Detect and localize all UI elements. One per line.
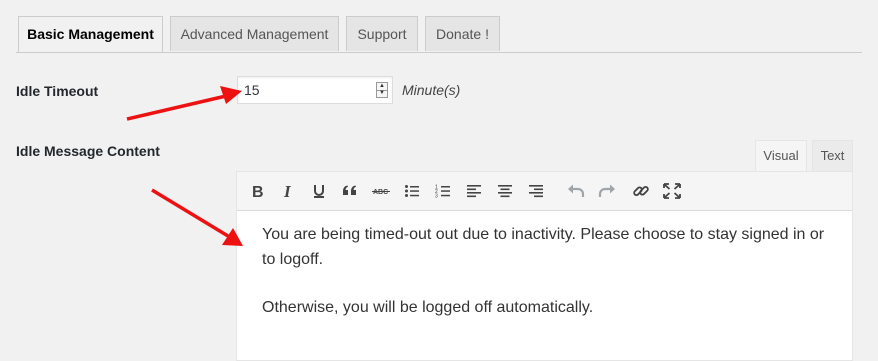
annotation-arrow-message — [151, 188, 243, 246]
idle-timeout-input[interactable] — [244, 80, 364, 100]
bold-icon[interactable]: B — [244, 178, 270, 204]
bullet-list-icon[interactable] — [399, 178, 425, 204]
tab-basic-management[interactable]: Basic Management — [18, 16, 163, 52]
svg-text:B: B — [252, 184, 264, 199]
message-editor[interactable]: B I ABC 123 You are being timed-out out … — [236, 171, 853, 361]
settings-tab-bar: Basic Management Advanced Management Sup… — [16, 0, 862, 53]
idle-timeout-field[interactable]: ▲ ▼ — [237, 76, 393, 104]
idle-message-label: Idle Message Content — [16, 143, 160, 159]
editor-toolbar: B I ABC 123 — [237, 172, 852, 211]
align-right-icon[interactable] — [523, 178, 549, 204]
svg-text:I: I — [283, 183, 292, 199]
underline-icon[interactable] — [306, 178, 332, 204]
editor-tab-text[interactable]: Text — [812, 140, 853, 172]
idle-timeout-spinner[interactable]: ▲ ▼ — [376, 82, 388, 98]
fullscreen-icon[interactable] — [659, 178, 685, 204]
editor-content[interactable]: You are being timed-out out due to inact… — [262, 222, 836, 320]
align-center-icon[interactable] — [492, 178, 518, 204]
italic-icon[interactable]: I — [275, 178, 301, 204]
annotation-arrow-timeout — [126, 86, 242, 121]
tab-support[interactable]: Support — [346, 16, 418, 51]
align-left-icon[interactable] — [461, 178, 487, 204]
numbered-list-icon[interactable]: 123 — [430, 178, 456, 204]
tab-advanced-management[interactable]: Advanced Management — [170, 16, 339, 51]
message-paragraph: You are being timed-out out due to inact… — [262, 226, 825, 268]
message-paragraph: Otherwise, you will be logged off automa… — [262, 299, 594, 316]
spinner-down-icon[interactable]: ▼ — [377, 90, 387, 97]
svg-text:ABC: ABC — [373, 189, 388, 196]
link-icon[interactable] — [628, 178, 654, 204]
tab-donate[interactable]: Donate ! — [425, 16, 500, 51]
strikethrough-icon[interactable]: ABC — [368, 178, 394, 204]
idle-timeout-label: Idle Timeout — [16, 83, 99, 99]
undo-icon[interactable] — [563, 178, 589, 204]
blockquote-icon[interactable] — [337, 178, 363, 204]
editor-tab-visual[interactable]: Visual — [755, 140, 807, 173]
idle-timeout-units: Minute(s) — [402, 82, 461, 98]
svg-text:3: 3 — [435, 194, 438, 200]
redo-icon[interactable] — [594, 178, 620, 204]
